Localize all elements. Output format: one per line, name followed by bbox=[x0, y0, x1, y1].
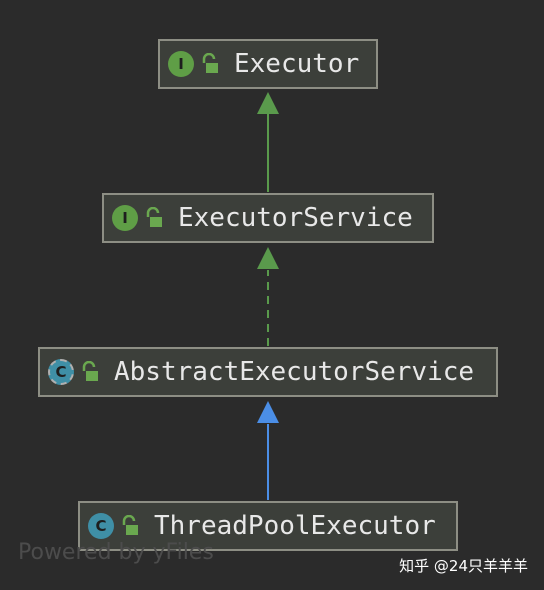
node-label: ThreadPoolExecutor bbox=[154, 511, 436, 541]
node-label: AbstractExecutorService bbox=[114, 357, 475, 387]
uml-diagram: I Executor I ExecutorService C AbstractE… bbox=[0, 0, 544, 590]
arrowhead-icon bbox=[257, 92, 279, 114]
author-credit: 知乎 @24只羊羊羊 bbox=[399, 557, 528, 575]
unlocked-icon bbox=[82, 361, 98, 381]
edge-threadpool-to-abstract bbox=[257, 401, 279, 500]
edge-executorservice-to-executor bbox=[257, 92, 279, 192]
interface-icon: I bbox=[168, 51, 194, 77]
edge-abstract-to-executorservice bbox=[257, 247, 279, 346]
arrowhead-icon bbox=[257, 401, 279, 423]
unlocked-icon bbox=[202, 53, 218, 73]
unlocked-icon bbox=[122, 515, 138, 535]
node-executor[interactable]: I Executor bbox=[158, 39, 378, 89]
node-abstract-executor-service[interactable]: C AbstractExecutorService bbox=[38, 347, 498, 397]
interface-icon: I bbox=[112, 205, 138, 231]
abstract-class-icon: C bbox=[48, 359, 74, 385]
class-icon: C bbox=[88, 513, 114, 539]
node-executor-service[interactable]: I ExecutorService bbox=[102, 193, 434, 243]
arrowhead-icon bbox=[257, 247, 279, 269]
node-label: Executor bbox=[234, 49, 360, 79]
node-label: ExecutorService bbox=[178, 203, 413, 233]
unlocked-icon bbox=[146, 207, 162, 227]
yfiles-watermark: Powered by yFiles bbox=[18, 540, 214, 565]
